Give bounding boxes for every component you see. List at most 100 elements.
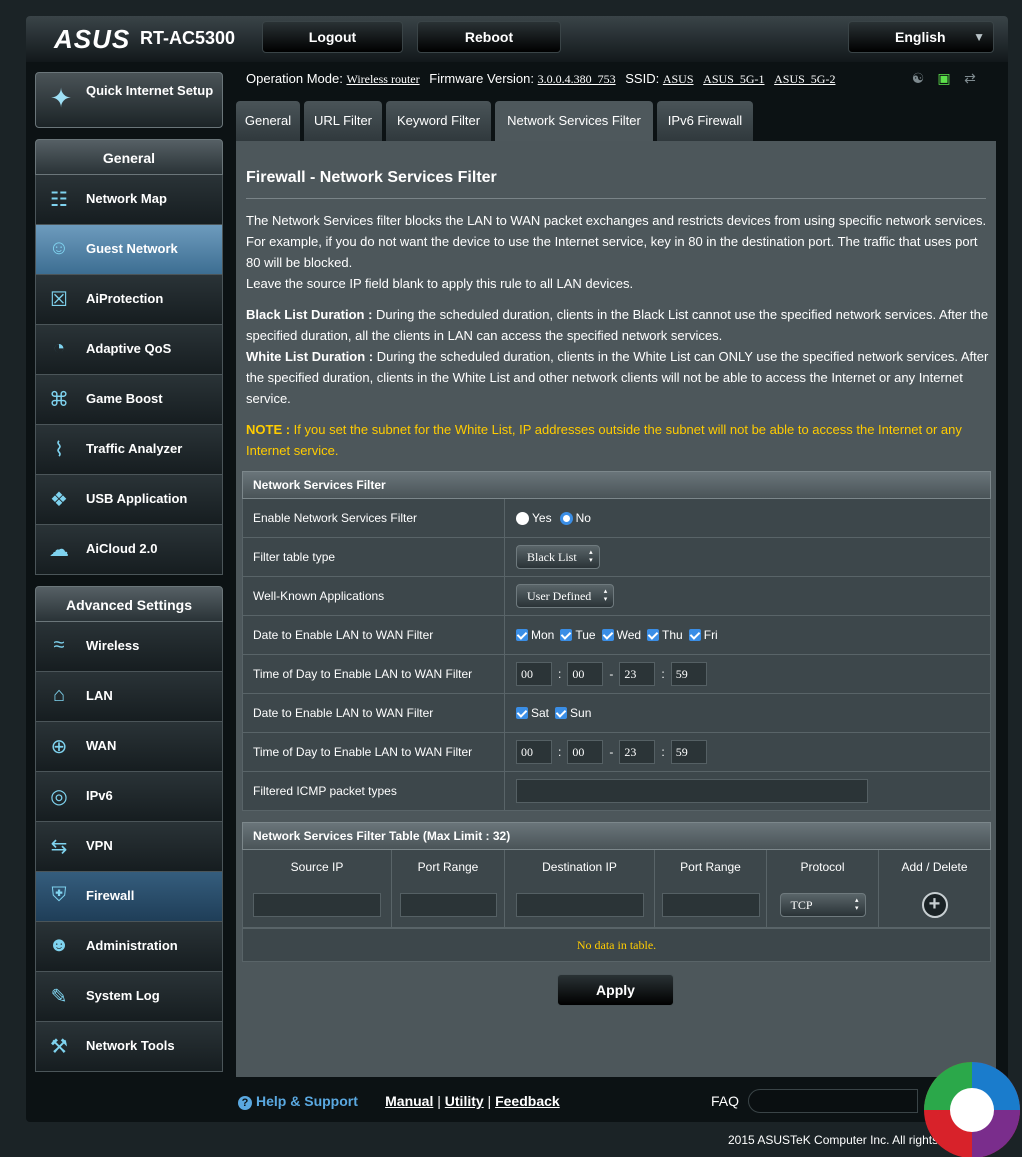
weekend-end-minute-input[interactable]: 59 <box>670 740 707 764</box>
sidebar-item-label: Network Tools <box>86 1038 175 1053</box>
apply-button[interactable]: Apply <box>557 974 674 1006</box>
sidebar-item-aicloud-2-0[interactable]: ☁ AiCloud 2.0 <box>35 525 223 575</box>
tab-url-filter[interactable]: URL Filter <box>304 101 382 141</box>
sidebar-item-administration[interactable]: ☻ Administration <box>35 922 223 972</box>
ssid-link-2[interactable]: ASUS_5G-1 <box>703 72 764 86</box>
day-checkbox-fri[interactable]: Fri <box>688 628 718 642</box>
firmware-label: Firmware Version: <box>429 71 534 86</box>
cloud-icon: ☁ <box>49 539 69 561</box>
day-checkbox-mon[interactable]: Mon <box>516 628 554 642</box>
weekday-start-hour-input[interactable]: 00 <box>516 662 552 686</box>
sidebar-item-ipv6[interactable]: ◎ IPv6 <box>35 772 223 822</box>
clients-icon[interactable]: ☯ <box>908 70 928 88</box>
status-icons: ☯ ▣ ⇄ <box>908 70 986 88</box>
weekday-end-hour-input[interactable]: 23 <box>619 662 656 686</box>
weekday-start-minute-input[interactable]: 00 <box>567 662 604 686</box>
aiprotection-icon: ☒ <box>50 289 68 311</box>
sidebar-item-vpn[interactable]: ⇆ VPN <box>35 822 223 872</box>
utility-link[interactable]: Utility <box>445 1093 484 1109</box>
admin-user-icon: ☻ <box>48 934 70 956</box>
checkmark-icon <box>560 629 573 641</box>
enable-no-radio[interactable] <box>559 511 573 525</box>
sidebar-item-firewall[interactable]: ⛨ Firewall <box>35 872 223 922</box>
rules-input-row: TCP + <box>242 884 991 928</box>
weekday-end-minute-input[interactable]: 59 <box>670 662 707 686</box>
src-port-range-input[interactable] <box>399 893 497 917</box>
protocol-select[interactable]: TCP <box>779 893 866 917</box>
filter-type-select[interactable]: Black List <box>516 545 600 569</box>
title-divider <box>246 198 986 199</box>
page-title: Firewall - Network Services Filter <box>246 169 497 186</box>
day-checkbox-sun[interactable]: Sun <box>555 706 591 720</box>
sidebar-item-label: Network Map <box>86 191 167 206</box>
tab-general[interactable]: General <box>236 101 300 141</box>
checkmark-icon <box>555 707 568 719</box>
enable-yes-radio[interactable] <box>516 511 529 525</box>
day-checkbox-sat[interactable]: Sat <box>516 706 549 720</box>
sidebar-item-wan[interactable]: ⊕ WAN <box>35 722 223 772</box>
no-data-message: No data in table. <box>242 928 991 962</box>
faq-search-input[interactable] <box>748 1089 918 1113</box>
sidebar-item-network-tools[interactable]: ⚒ Network Tools <box>35 1022 223 1072</box>
quick-internet-setup-button[interactable]: ✦ Quick Internet Setup <box>35 72 223 128</box>
add-rule-icon[interactable]: + <box>921 892 948 918</box>
qis-label: Quick Internet Setup <box>86 83 214 98</box>
firmware-link[interactable]: 3.0.0.4.380_753 <box>538 72 616 86</box>
tab-network-services-filter[interactable]: Network Services Filter <box>495 101 653 141</box>
gamepad-icon: ⌘ <box>49 389 69 411</box>
day-label: Fri <box>703 628 718 642</box>
sidebar-item-usb-application[interactable]: ❖ USB Application <box>35 475 223 525</box>
feedback-link[interactable]: Feedback <box>495 1093 560 1109</box>
icmp-input[interactable] <box>516 779 868 803</box>
source-ip-input[interactable] <box>253 893 381 917</box>
op-mode-label: Operation Mode: <box>246 71 343 86</box>
weekday-row: Date to Enable LAN to WAN Filter Mon Tue W… <box>242 616 991 655</box>
checkmark-icon <box>601 629 614 641</box>
day-checkbox-tue[interactable]: Tue <box>560 628 596 642</box>
description-p1b: Leave the source IP field blank to apply… <box>246 276 634 291</box>
reboot-button[interactable]: Reboot <box>417 21 561 53</box>
note-label: NOTE : <box>246 422 291 437</box>
destination-ip-input[interactable] <box>515 893 644 917</box>
help-support-link[interactable]: ? Help & Support <box>238 1093 358 1110</box>
sidebar-item-adaptive-qos[interactable]: ◔ Adaptive QoS <box>35 325 223 375</box>
tab-ipv6-firewall[interactable]: IPv6 Firewall <box>657 101 753 141</box>
weekend-start-minute-input[interactable]: 00 <box>567 740 604 764</box>
ssid-link-3[interactable]: ASUS_5G-2 <box>774 72 835 86</box>
sidebar-item-aiprotection[interactable]: ☒ AiProtection <box>35 275 223 325</box>
weekend-label: Date to Enable LAN to WAN Filter <box>253 706 434 720</box>
traffic-chart-icon: ⌇ <box>54 439 64 461</box>
sidebar-item-label: Firewall <box>86 888 135 903</box>
col-protocol: Protocol <box>767 850 879 885</box>
vpn-icon: ⇆ <box>50 836 68 858</box>
day-checkbox-wed[interactable]: Wed <box>601 628 642 642</box>
weekday-time-label: Time of Day to Enable LAN to WAN Filter <box>253 667 473 681</box>
sidebar-item-lan[interactable]: ⌂ LAN <box>35 672 223 722</box>
op-mode-link[interactable]: Wireless router <box>346 72 419 86</box>
logout-button[interactable]: Logout <box>262 21 403 53</box>
rules-column-header: Source IP Port Range Destination IP Port… <box>242 850 991 886</box>
weekend-start-hour-input[interactable]: 00 <box>516 740 552 764</box>
tab-keyword-filter[interactable]: Keyword Filter <box>386 101 491 141</box>
apps-select[interactable]: User Defined <box>516 584 615 608</box>
sidebar-item-traffic-analyzer[interactable]: ⌇ Traffic Analyzer <box>35 425 223 475</box>
sidebar-item-network-map[interactable]: ☷ Network Map <box>35 175 223 225</box>
icmp-row: Filtered ICMP packet types <box>242 772 991 811</box>
language-select[interactable]: English ▼ <box>848 21 994 53</box>
sidebar-item-game-boost[interactable]: ⌘ Game Boost <box>35 375 223 425</box>
manual-link[interactable]: Manual <box>385 1093 433 1109</box>
tools-icon: ⚒ <box>50 1036 68 1058</box>
day-label: Sun <box>570 706 592 720</box>
day-checkbox-thu[interactable]: Thu <box>647 628 683 642</box>
sidebar-item-guest-network[interactable]: ☺ Guest Network <box>35 225 223 275</box>
sidebar-item-wireless[interactable]: ≈ Wireless <box>35 622 223 672</box>
weekend-end-hour-input[interactable]: 23 <box>619 740 656 764</box>
advanced-section-header: Advanced Settings <box>35 586 223 622</box>
usb-icon[interactable]: ⇄ <box>960 70 980 88</box>
dst-port-range-input[interactable] <box>661 893 760 917</box>
sidebar-item-label: IPv6 <box>86 788 113 803</box>
sidebar-item-system-log[interactable]: ✎ System Log <box>35 972 223 1022</box>
ssid-link-1[interactable]: ASUS <box>663 72 694 86</box>
network-status-icon[interactable]: ▣ <box>934 70 954 88</box>
day-label: Wed <box>616 628 642 642</box>
